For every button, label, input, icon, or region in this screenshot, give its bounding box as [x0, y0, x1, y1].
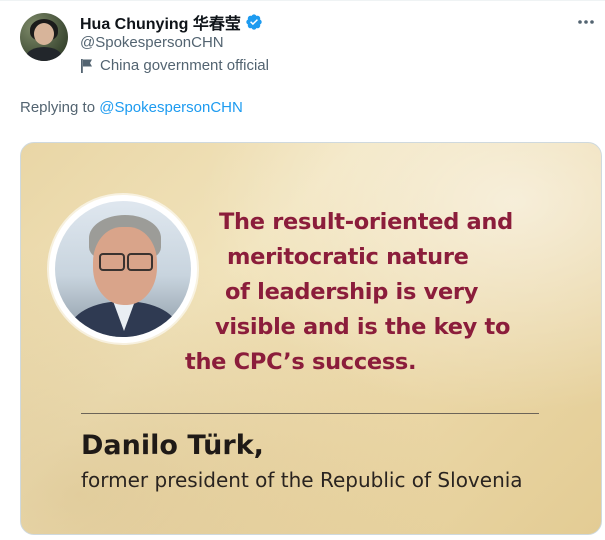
avatar-face: [34, 23, 54, 45]
replying-to: Replying to @SpokespersonCHN: [20, 99, 243, 116]
quote-line: of leadership is very: [225, 279, 479, 305]
quote-author-name: Danilo Türk,: [81, 430, 264, 461]
avatar-body: [26, 47, 62, 61]
portrait-photo: [49, 195, 197, 343]
more-dots-icon: [578, 20, 594, 24]
portrait-glasses-left: [99, 253, 125, 271]
handle[interactable]: @SpokespersonCHN: [80, 34, 224, 51]
display-name[interactable]: Hua Chunying 华春莹: [80, 10, 241, 34]
avatar[interactable]: [20, 13, 68, 61]
portrait-glasses-right: [127, 253, 153, 271]
top-divider: [0, 0, 605, 1]
replying-to-link[interactable]: @SpokespersonCHN: [99, 99, 243, 116]
quote-divider: [81, 413, 539, 414]
account-label: China government official: [80, 57, 269, 74]
flag-icon: [81, 58, 92, 73]
author-name-row: Hua Chunying 华春莹: [80, 11, 263, 33]
quote-text: The result-oriented and meritocratic nat…: [181, 205, 591, 380]
quote-line: The result-oriented and: [219, 209, 513, 235]
tweet: Hua Chunying 华春莹 @SpokespersonCHN China …: [0, 0, 605, 540]
account-label-text: China government official: [100, 57, 269, 74]
tweet-image[interactable]: The result-oriented and meritocratic nat…: [20, 142, 602, 535]
more-options-button[interactable]: [574, 10, 598, 34]
quote-author-title: former president of the Republic of Slov…: [81, 468, 523, 492]
replying-prefix: Replying to: [20, 99, 96, 116]
quote-line: visible and is the key to: [215, 314, 511, 340]
portrait-inner: [55, 201, 191, 337]
verified-badge-icon: [246, 14, 262, 30]
quote-line: the CPC’s success.: [185, 349, 417, 375]
quote-line: meritocratic nature: [227, 244, 469, 270]
